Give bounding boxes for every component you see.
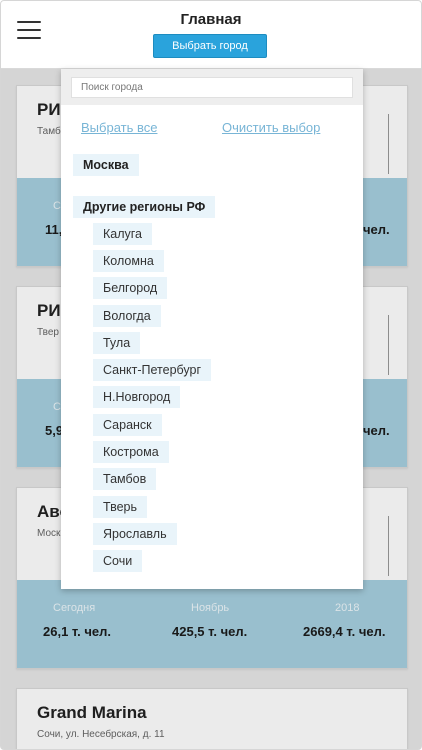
city-item[interactable]: Белгород [93,277,168,299]
group-other-regions[interactable]: Другие регионы РФ [73,196,216,218]
page-title: Главная [180,11,242,28]
city-item[interactable]: Тула [93,332,141,354]
select-all-link[interactable]: Выбрать все [81,120,157,135]
city-item[interactable]: Калуга [93,223,153,245]
city-item[interactable]: Коломна [93,250,164,272]
city-item[interactable]: Ярославль [93,523,177,545]
group-moscow[interactable]: Москва [73,154,139,176]
clear-selection-link[interactable]: Очистить выбор [222,120,320,135]
city-item[interactable]: Сочи [93,550,143,572]
city-item[interactable]: Санкт-Петербург [93,359,212,381]
city-item[interactable]: Саранск [93,414,162,436]
city-search-input[interactable] [71,77,353,98]
city-item[interactable]: Вологда [93,305,161,327]
city-dropdown: Выбрать все Очистить выбор Москва Другие… [61,69,363,589]
select-city-button[interactable]: Выбрать город [153,34,267,58]
city-item[interactable]: Кострома [93,441,169,463]
app-frame: Главная Выбрать город РИ Тамб Се 11,3 че… [0,0,422,750]
city-item[interactable]: Тамбов [93,468,157,490]
app-header: Главная Выбрать город [1,1,421,69]
search-bar [61,69,363,105]
city-item[interactable]: Н.Новгород [93,386,181,408]
city-item[interactable]: Тверь [93,496,148,518]
